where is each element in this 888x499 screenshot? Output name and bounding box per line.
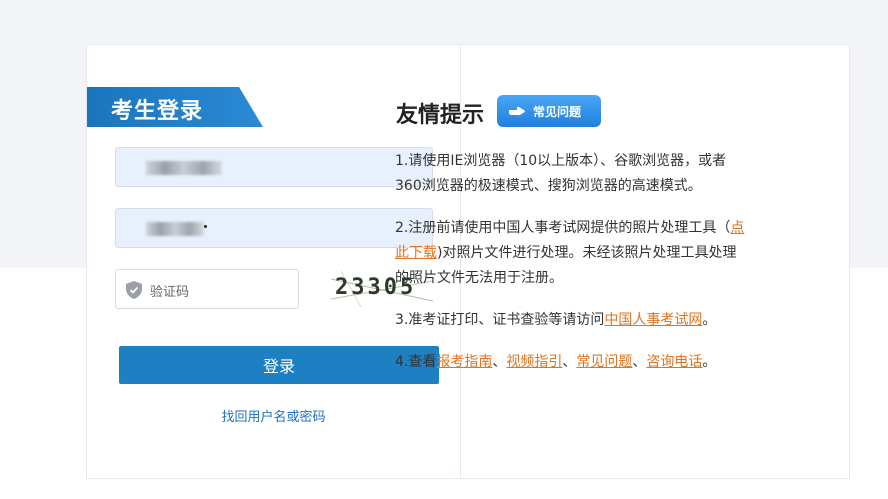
blurred-username [146, 161, 222, 175]
tip-item: 3.准考证打印、证书查验等请访问中国人事考试网。 [395, 308, 747, 333]
tips-list: 1.请使用IE浏览器（10以上版本）、谷歌浏览器，或者360浏览器的极速模式、搜… [395, 149, 747, 392]
separator: 、 [632, 354, 647, 370]
username-input[interactable] [115, 147, 433, 187]
captcha-placeholder: 验证码 [150, 285, 190, 300]
blurred-password [146, 222, 204, 236]
tip-text: )对照片文件进行处理。未经该照片处理工具处理的照片文件无法用于注册。 [395, 245, 737, 286]
separator: 、 [562, 354, 577, 370]
tips-title: 友情提示 [396, 103, 485, 128]
tip-text: 。 [702, 312, 717, 328]
faq-badge-button[interactable]: 常见问题 [497, 95, 601, 127]
login-card: 考生登录 验证码 23305 登录 找回用户名或密码 友情提示 常见问题 1.请… [86, 44, 850, 479]
tip-item: 4.查看报考指南、视频指引、常见问题、咨询电话。 [395, 350, 747, 375]
tip-text: 1.请使用IE浏览器（10以上版本）、谷歌浏览器，或者360浏览器的极速模式、搜… [395, 153, 727, 194]
password-dot [204, 225, 207, 228]
consult-phone-link[interactable]: 咨询电话 [646, 354, 702, 370]
faq-link[interactable]: 常见问题 [576, 354, 632, 370]
tip-item: 1.请使用IE浏览器（10以上版本）、谷歌浏览器，或者360浏览器的极速模式、搜… [395, 149, 747, 199]
tip-text: 3.准考证打印、证书查验等请访问 [395, 312, 605, 328]
video-guide-link[interactable]: 视频指引 [506, 354, 562, 370]
login-title-ribbon: 考生登录 [87, 87, 263, 127]
tip-text: 。 [702, 354, 717, 370]
separator: 、 [492, 354, 507, 370]
faq-badge-label: 常见问题 [533, 105, 582, 119]
tip-text: 4.查看 [395, 354, 437, 370]
shield-icon [126, 281, 142, 299]
cpta-site-link[interactable]: 中国人事考试网 [604, 312, 702, 328]
retrieve-account-link[interactable]: 找回用户名或密码 [87, 406, 460, 425]
tip-text: 2.注册前请使用中国人事考试网提供的照片处理工具（ [395, 220, 731, 236]
password-input[interactable] [115, 208, 433, 248]
login-title: 考生登录 [111, 99, 204, 124]
tip-item: 2.注册前请使用中国人事考试网提供的照片处理工具（点此下载)对照片文件进行处理。… [395, 216, 747, 291]
pointing-hand-icon [509, 106, 525, 116]
login-button[interactable]: 登录 [119, 346, 439, 384]
exam-guide-link[interactable]: 报考指南 [436, 354, 492, 370]
captcha-input[interactable]: 验证码 [115, 269, 299, 309]
